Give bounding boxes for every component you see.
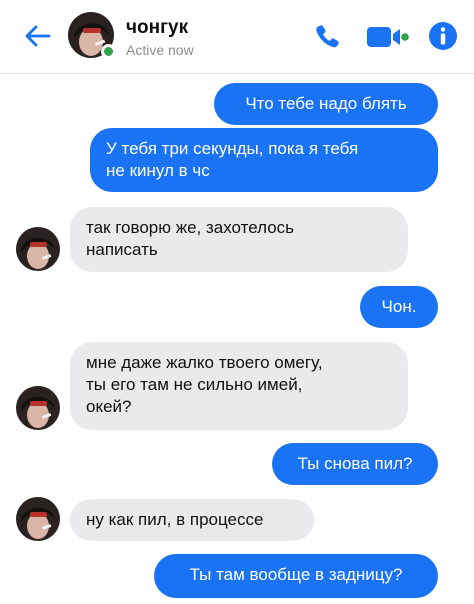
message-text: так говорю же, захотелось: [86, 218, 295, 237]
message-text: Чон.: [381, 297, 417, 316]
message-text: ты его там не сильно имей,: [86, 375, 303, 394]
outgoing-message[interactable]: Что тебе надо блять: [214, 83, 438, 125]
message-text: ну как пил, в процессе: [86, 510, 264, 529]
message-text: написать: [86, 240, 158, 259]
message-text: мне даже жалко твоего омегу,: [86, 353, 323, 372]
chat-header: чонгук Active now: [0, 0, 474, 74]
message-text: Ты там вообще в задницу?: [189, 565, 403, 584]
message-text: окей?: [86, 397, 132, 416]
avatar-photo: [16, 386, 60, 430]
sender-avatar[interactable]: [16, 386, 60, 430]
contact-name: чонгук: [126, 17, 189, 38]
avatar-photo: [16, 497, 60, 541]
incoming-message[interactable]: мне даже жалко твоего омегу, ты его там …: [70, 342, 408, 430]
outgoing-message[interactable]: У тебя три секунды, пока я тебя не кинул…: [90, 128, 438, 192]
sender-avatar[interactable]: [16, 497, 60, 541]
outgoing-message[interactable]: Ты снова пил?: [272, 443, 438, 485]
outgoing-message[interactable]: Чон.: [360, 286, 438, 328]
info-icon[interactable]: [428, 21, 458, 51]
message-text: Ты снова пил?: [297, 454, 413, 473]
message-text: У тебя три секунды, пока я тебя: [106, 139, 359, 158]
incoming-message[interactable]: так говорю же, захотелось написать: [70, 207, 408, 272]
back-arrow-icon[interactable]: [22, 20, 54, 52]
avatar-photo: [16, 227, 60, 271]
contact-avatar[interactable]: [68, 12, 116, 59]
video-camera-icon[interactable]: [367, 25, 409, 49]
sender-avatar[interactable]: [16, 227, 60, 271]
contact-status: Active now: [126, 42, 194, 58]
outgoing-message[interactable]: Ты там вообще в задницу?: [154, 554, 438, 598]
incoming-message[interactable]: ну как пил, в процессе: [70, 499, 314, 541]
online-status-dot: [101, 44, 116, 59]
message-text: не кинул в чс: [106, 161, 210, 180]
phone-icon[interactable]: [312, 22, 342, 52]
message-text: Что тебе надо блять: [245, 94, 407, 113]
